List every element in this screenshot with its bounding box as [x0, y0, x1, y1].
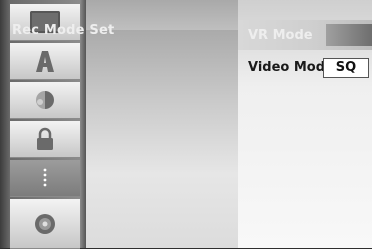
vr-mode-label: VR Mode [248, 28, 313, 43]
video-mode-label: Video Mode [248, 60, 334, 75]
letter-a-icon [36, 51, 54, 72]
sidebar-item-audio[interactable] [10, 82, 80, 119]
sidebar-item-others[interactable] [10, 160, 80, 197]
video-mode-value[interactable]: SQ [323, 58, 369, 78]
lock-icon [37, 127, 53, 150]
disc-icon [35, 213, 55, 234]
sidebar-item-language[interactable] [10, 43, 80, 80]
setup-menu-screen: Rec Mode Set VR Mode Video Mode SQ [0, 0, 372, 249]
vr-mode-row[interactable]: VR Mode [238, 20, 372, 50]
audio-icon [36, 91, 54, 109]
submenu-item-rec-mode-set[interactable]: Rec Mode Set [12, 23, 114, 38]
vr-mode-value-box[interactable] [326, 24, 372, 46]
more-dots-icon [43, 168, 47, 187]
sidebar-item-disc[interactable] [10, 199, 80, 249]
sidebar-item-lock[interactable] [10, 121, 80, 158]
